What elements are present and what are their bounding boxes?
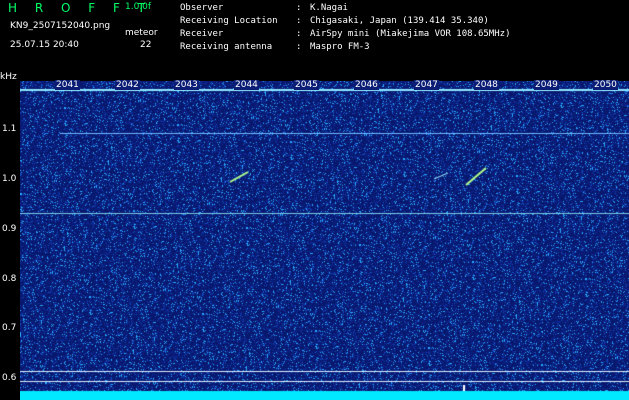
meta-separator: :	[296, 3, 302, 13]
y-tick-label: 1.0	[2, 174, 17, 184]
header-info: H R O F F T 1.0.0f KN9_2507152040.png me…	[0, 0, 170, 60]
meta-separator: :	[296, 29, 302, 39]
minute-label: 2041	[55, 80, 80, 90]
meta-row-location: Receiving Location: Chigasaki, Japan (139…	[180, 15, 510, 28]
meta-value: AirSpy mini (Miakejima VOR 108.65MHz)	[310, 29, 511, 39]
meta-key: Receiver	[180, 29, 224, 39]
meta-key: Receiving Location	[180, 16, 278, 26]
meta-value: Maspro FM-3	[310, 42, 370, 52]
y-tick-label: 1.1	[2, 124, 17, 134]
datetime-label: 25.07.15 20:40	[10, 40, 79, 50]
minute-label: 2047	[414, 80, 439, 90]
meta-key: Receiving antenna	[180, 42, 273, 52]
app-version: 1.0.0f	[125, 2, 152, 12]
minute-label: 2046	[354, 80, 379, 90]
meta-value: K.Nagai	[310, 3, 348, 13]
file-name: KN9_2507152040.png	[10, 21, 111, 31]
meta-separator: :	[296, 42, 302, 52]
count-label: 22	[140, 40, 152, 50]
y-tick-label: 0.6	[2, 373, 17, 383]
y-tick-label: 0.7	[2, 323, 17, 333]
minute-label: 2044	[234, 80, 259, 90]
y-axis-unit: kHz	[0, 72, 17, 82]
minute-label: 2050	[593, 80, 618, 90]
meta-row-observer: Observer: K.Nagai	[180, 2, 510, 15]
meta-separator: :	[296, 16, 302, 26]
spectrogram-canvas	[20, 81, 629, 400]
minute-label: 2048	[474, 80, 499, 90]
minute-label: 2049	[534, 80, 559, 90]
minute-label: 2042	[115, 80, 140, 90]
meta-row-receiver: Receiver: AirSpy mini (Miakejima VOR 108.…	[180, 28, 510, 41]
y-tick-label: 0.8	[2, 274, 17, 284]
y-tick-label: 0.9	[2, 224, 17, 234]
meta-key: Observer	[180, 3, 224, 13]
minute-label: 2043	[174, 80, 199, 90]
meta-value: Chigasaki, Japan (139.414 35.340)	[310, 16, 489, 26]
observation-metadata: Observer: K.Nagai Receiving Location: Chig…	[180, 2, 510, 54]
meta-row-antenna: Receiving antenna: Maspro FM-3	[180, 41, 510, 54]
minute-label: 2045	[294, 80, 319, 90]
mode-label: meteor	[125, 28, 158, 38]
